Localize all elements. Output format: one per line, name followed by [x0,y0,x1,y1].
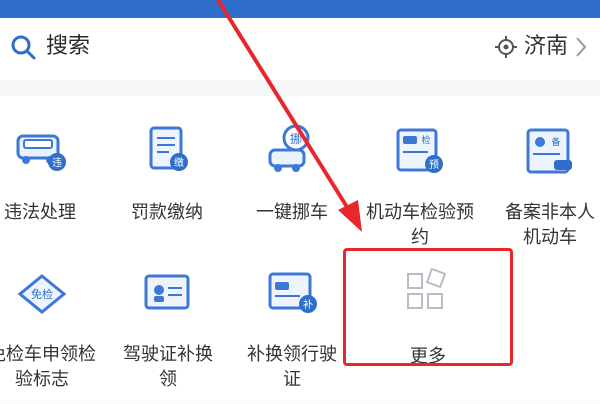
service-label: 罚款缴纳 [131,202,203,223]
svg-text:免检: 免检 [31,287,53,301]
service-fine-payment[interactable]: 缴 罚款缴纳 [107,122,227,262]
svg-text:检: 检 [421,134,430,146]
move-car-icon: 挪 [268,124,310,172]
service-register-vehicle[interactable]: 备 备案非本人机动车 [490,122,600,262]
search-bar[interactable]: 搜索 济南 [0,18,600,81]
svg-text:预: 预 [429,159,439,171]
exempt-car-icon: 免检 [17,274,67,314]
section-divider [0,80,600,96]
svg-text:补: 补 [303,298,313,311]
search-icon [11,35,36,60]
svg-text:备: 备 [551,136,560,148]
service-violation[interactable]: 违 违法处理 [0,122,100,262]
car-violation-icon: 违 [16,134,66,171]
location-selector[interactable]: 济南 [494,32,588,62]
svg-text:违: 违 [52,157,62,169]
highlight-box [343,248,513,366]
inspection-appointment-icon: 检 预 [396,128,443,173]
service-label: 补换领行驶证 [247,344,337,390]
service-label: 备案非本人机动车 [505,202,595,248]
service-vehicle-license[interactable]: 补 补换领行驶证 [232,264,352,404]
chevron-right-icon [576,37,587,57]
service-label: 违法处理 [4,202,76,223]
location-city: 济南 [523,34,568,59]
status-bar [0,0,600,18]
locate-icon [494,36,517,58]
service-license-reissue[interactable]: 驾驶证补换领 [108,264,228,404]
service-label: 一键挪车 [256,202,328,223]
svg-text:挪: 挪 [290,132,302,146]
vehicle-license-icon: 补 [268,272,317,313]
service-label: 驾驶证补换领 [123,344,213,390]
search-label: 搜索 [46,34,91,59]
fine-payment-icon: 缴 [149,126,188,171]
service-move-car[interactable]: 挪 一键挪车 [232,122,352,262]
service-label: 免检车申领检验标志 [0,344,96,390]
register-vehicle-icon: 备 [526,128,572,174]
license-reissue-icon [144,274,190,310]
service-label: 机动车检验预约 [366,202,474,248]
service-exempt-car[interactable]: 免检 免检车申领检验标志 [0,264,102,404]
service-inspection-appointment[interactable]: 检 预 机动车检验预约 [360,122,480,262]
svg-text:缴: 缴 [174,156,184,169]
